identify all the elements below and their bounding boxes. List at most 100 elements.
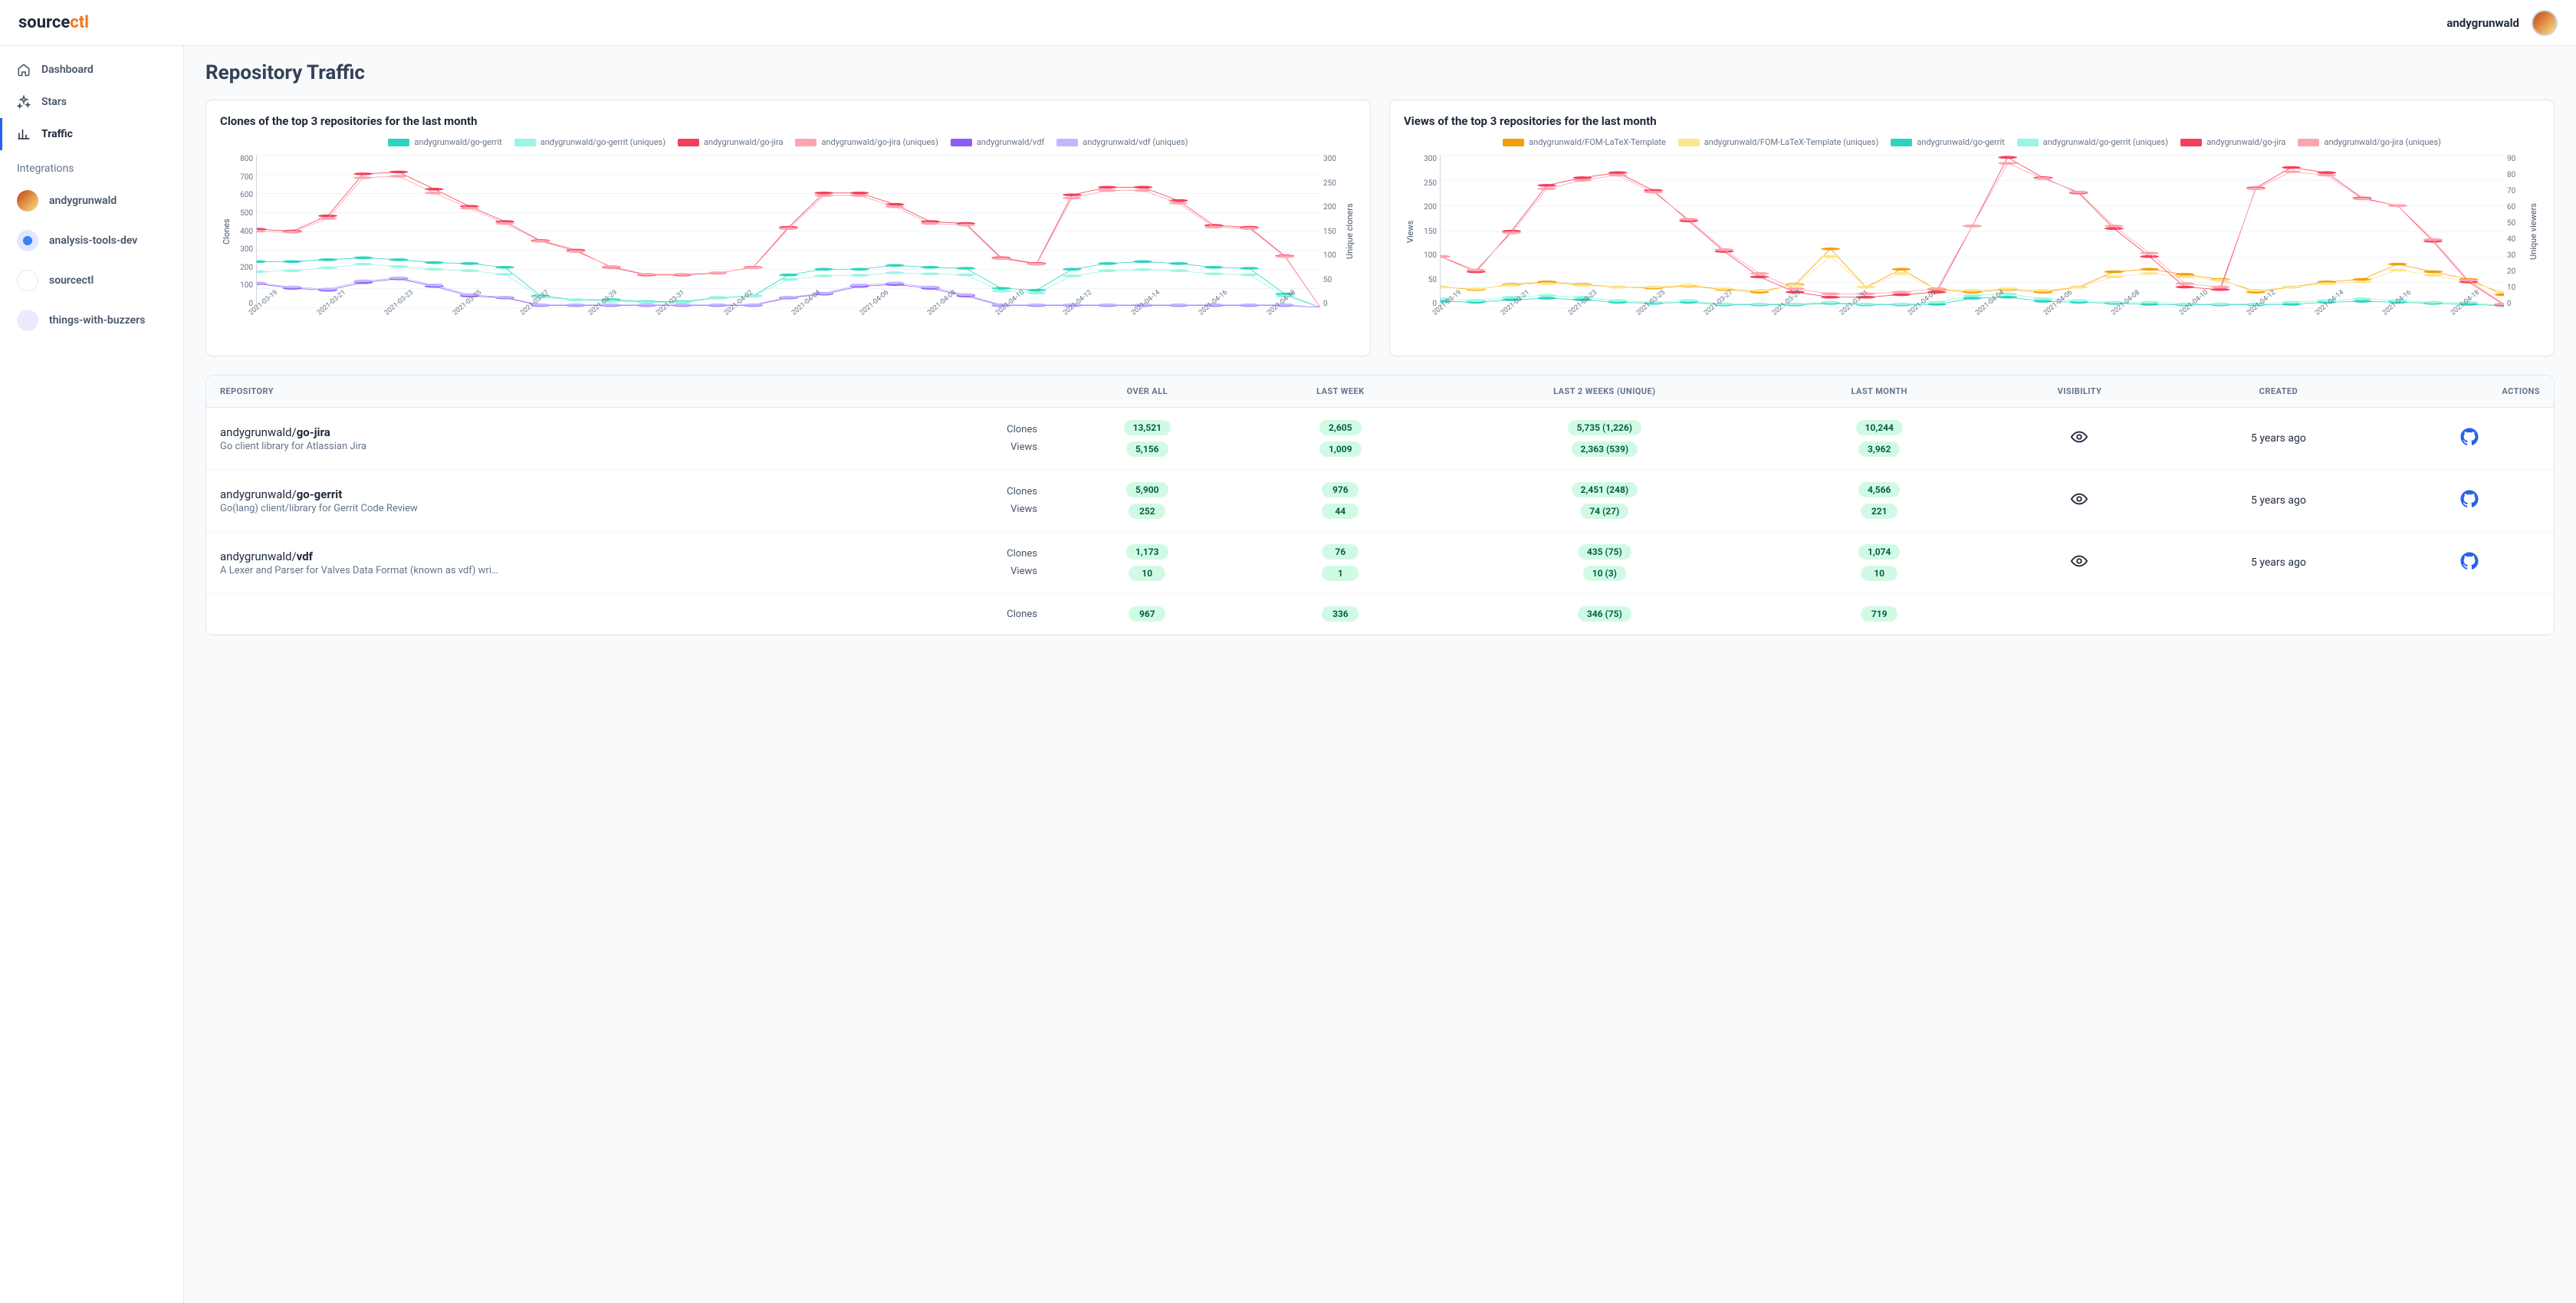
legend-swatch (795, 139, 816, 146)
nav-item-stars[interactable]: Stars (0, 86, 183, 118)
y-axis-label: Clones (220, 155, 233, 308)
sidebar-section-integrations: Integrations (0, 150, 183, 181)
nav-item-traffic[interactable]: Traffic (0, 118, 183, 150)
repo-name[interactable]: andygrunwald/vdf (220, 550, 979, 563)
created-cell: 5 years ago (2172, 408, 2385, 470)
stat-pill: 2,605 (1319, 420, 1362, 435)
chart-icon (17, 127, 31, 141)
th-actions[interactable]: ACTIONS (2385, 376, 2554, 408)
created-cell: 5 years ago (2172, 532, 2385, 594)
legend-item[interactable]: andygrunwald/go-gerrit (uniques) (2017, 137, 2168, 147)
legend-swatch (388, 139, 409, 146)
github-link[interactable] (2460, 561, 2479, 573)
stat-pill: 1,009 (1319, 441, 1362, 457)
row-label-clones: Clones (1007, 424, 1037, 435)
current-user[interactable]: andygrunwald (2446, 16, 2519, 30)
th-overall[interactable]: OVER ALL (1051, 376, 1244, 408)
stat-pill: 4,566 (1858, 482, 1901, 497)
stat-pill: 976 (1322, 482, 1359, 497)
legend-swatch (2180, 139, 2202, 146)
avatar[interactable] (2532, 10, 2558, 36)
stat-pill: 435 (75) (1578, 544, 1631, 560)
legend-swatch (2298, 139, 2319, 146)
stat-pill: 1 (1322, 566, 1359, 581)
main-content: Repository Traffic Clones of the top 3 r… (184, 0, 2576, 1303)
x-ticks: 2021-03-192021-03-212021-03-232021-03-25… (1431, 311, 2517, 342)
th-created[interactable]: CREATED (2172, 376, 2385, 408)
legend-item[interactable]: andygrunwald/go-gerrit (uniques) (514, 137, 665, 147)
row-label-clones: Clones (1007, 486, 1037, 497)
th-lastmonth[interactable]: LAST MONTH (1772, 376, 1987, 408)
legend-item[interactable]: andygrunwald/go-gerrit (1891, 137, 2004, 147)
stat-pill: 10 (3) (1583, 566, 1626, 581)
eye-icon (2071, 491, 2088, 507)
legend-swatch (1891, 139, 1912, 146)
th-repository[interactable]: REPOSITORY (206, 376, 993, 408)
th-last2weeks[interactable]: LAST 2 WEEKS (UNIQUE) (1438, 376, 1772, 408)
integration-avatar (17, 190, 38, 212)
views-chart-card: Views of the top 3 repositories for the … (1389, 100, 2555, 356)
integration-things-with-buzzers[interactable]: things-with-buzzers (0, 300, 183, 340)
legend-item[interactable]: andygrunwald/FOM-LaTeX-Template (uniques… (1678, 137, 1879, 147)
row-label-views: Views (1010, 504, 1037, 515)
integration-andygrunwald[interactable]: andygrunwald (0, 181, 183, 221)
row-label-views: Views (1010, 441, 1037, 453)
y-ticks: 8007006005004003002001000 (233, 155, 256, 308)
repo-desc: Go client library for Atlassian Jira (220, 441, 979, 452)
repo-name[interactable]: andygrunwald/go-gerrit (220, 487, 979, 501)
stat-pill: 5,735 (1,226) (1568, 420, 1641, 435)
legend-item[interactable]: andygrunwald/go-gerrit (388, 137, 501, 147)
topbar: sourcectl andygrunwald (0, 0, 2576, 46)
github-link[interactable] (2460, 499, 2479, 511)
legend-item[interactable]: andygrunwald/vdf (951, 137, 1044, 147)
table-row: andygrunwald/go-jira Go client library f… (206, 408, 2554, 470)
legend-item[interactable]: andygrunwald/go-jira (678, 137, 783, 147)
legend-item[interactable]: andygrunwald/go-jira (2180, 137, 2285, 147)
row-label-clones: Clones (1007, 609, 1037, 620)
legend-swatch (1678, 139, 1700, 146)
y2-axis-label: Unique cloners (1343, 155, 1356, 308)
y-ticks: 300250200150100500 (1417, 155, 1440, 308)
stat-pill: 10 (1861, 566, 1898, 581)
stat-pill: 10,244 (1856, 420, 1903, 435)
stat-pill: 76 (1322, 544, 1359, 560)
integration-avatar (17, 310, 38, 331)
stat-pill: 967 (1129, 606, 1165, 622)
nav-item-dashboard[interactable]: Dashboard (0, 54, 183, 86)
integration-analysis-tools-dev[interactable]: analysis-tools-dev (0, 221, 183, 261)
x-ticks: 2021-03-192021-03-212021-03-232021-03-25… (248, 311, 1333, 342)
nav-label: Stars (41, 96, 67, 108)
table-row: andygrunwald/vdf A Lexer and Parser for … (206, 532, 2554, 594)
views-chart-title: Views of the top 3 repositories for the … (1404, 114, 2540, 128)
legend-item[interactable]: andygrunwald/go-jira (uniques) (795, 137, 938, 147)
sidebar: Dashboard Stars Traffic Integrations andyg… (0, 0, 184, 1303)
th-lastweek[interactable]: LAST WEEK (1244, 376, 1438, 408)
y-axis-label: Views (1404, 155, 1417, 308)
stat-pill: 252 (1129, 504, 1165, 519)
github-link[interactable] (2460, 437, 2479, 449)
th-visibility[interactable]: VISIBILITY (1987, 376, 2172, 408)
page-title: Repository Traffic (205, 61, 2555, 84)
repo-name[interactable]: andygrunwald/go-jira (220, 425, 979, 439)
stat-pill: 5,156 (1126, 441, 1168, 457)
legend-item[interactable]: andygrunwald/go-jira (uniques) (2298, 137, 2440, 147)
integration-avatar (17, 270, 38, 291)
stat-pill: 74 (27) (1580, 504, 1628, 519)
legend-item[interactable]: andygrunwald/FOM-LaTeX-Template (1503, 137, 1666, 147)
logo-part1: source (18, 13, 70, 32)
home-icon (17, 63, 31, 77)
created-cell: 5 years ago (2172, 470, 2385, 532)
legend-swatch (1503, 139, 1524, 146)
legend-item[interactable]: andygrunwald/vdf (uniques) (1056, 137, 1188, 147)
stat-pill: 719 (1861, 606, 1898, 622)
stat-pill: 346 (75) (1578, 606, 1631, 622)
integration-sourcectl[interactable]: sourcectl (0, 261, 183, 300)
logo[interactable]: sourcectl (18, 13, 89, 32)
repo-desc: A Lexer and Parser for Valves Data Forma… (220, 565, 979, 576)
legend-swatch (2017, 139, 2039, 146)
chart-legend: andygrunwald/FOM-LaTeX-Template andygrunw… (1404, 137, 2540, 147)
stat-pill: 10 (1129, 566, 1165, 581)
eye-icon (2071, 428, 2088, 445)
legend-swatch (678, 139, 699, 146)
integration-label: sourcectl (49, 274, 94, 287)
